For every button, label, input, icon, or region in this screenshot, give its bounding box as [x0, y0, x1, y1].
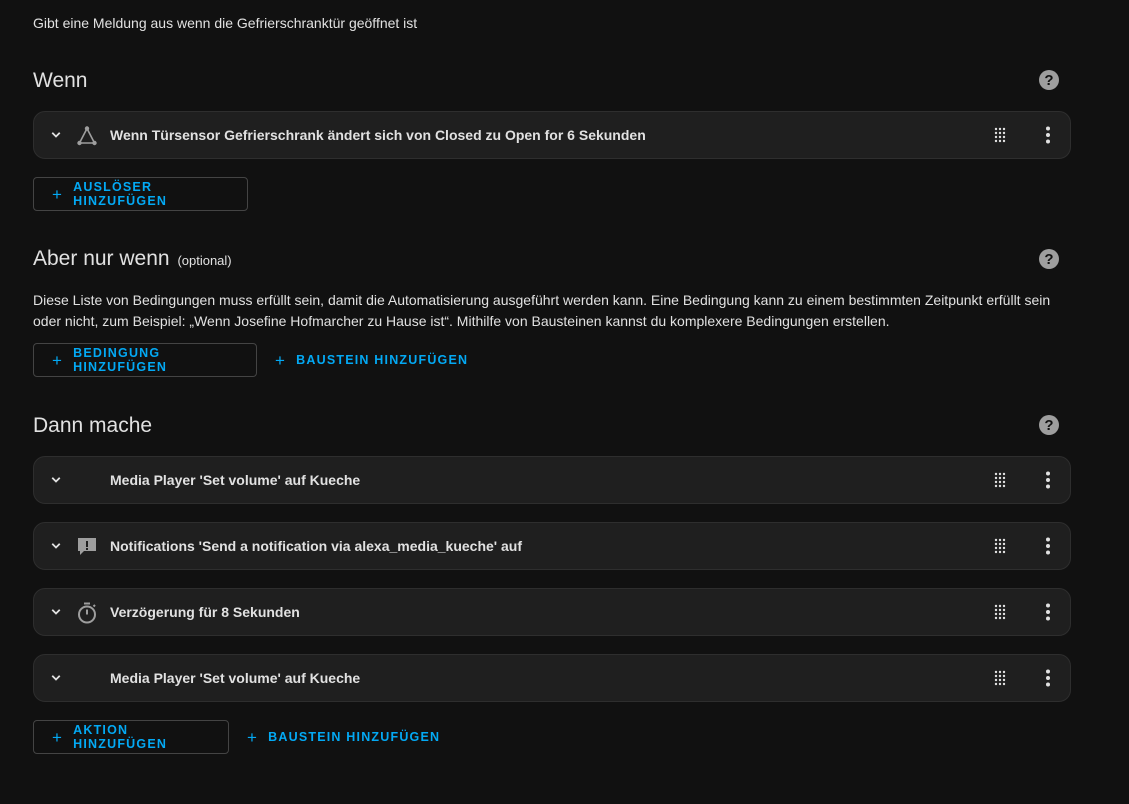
plus-icon: +: [52, 184, 64, 204]
drag-handle-icon[interactable]: [992, 670, 1008, 686]
action-row[interactable]: Verzögerung für 8 Sekunden: [33, 588, 1071, 636]
action-label: Media Player 'Set volume' auf Kueche: [110, 670, 361, 686]
more-vert-icon[interactable]: [1038, 602, 1058, 622]
more-vert-icon[interactable]: [1038, 125, 1058, 145]
plus-icon: +: [52, 727, 64, 747]
add-condition-label: BEDINGUNG HINZUFÜGEN: [73, 346, 168, 374]
conditions-title: Aber nur wenn (optional): [33, 247, 232, 271]
action-label: Notifications 'Send a notification via a…: [110, 538, 523, 554]
more-vert-icon[interactable]: [1038, 668, 1058, 688]
action-row[interactable]: Notifications 'Send a notification via a…: [33, 522, 1071, 570]
plus-icon: +: [52, 350, 64, 370]
add-action-label: AKTION HINZUFÜGEN: [73, 723, 168, 751]
add-action-button[interactable]: + AKTION HINZUFÜGEN: [33, 720, 229, 754]
plus-icon: +: [275, 350, 287, 370]
triggers-help-icon[interactable]: ?: [1039, 70, 1059, 90]
action-row[interactable]: Media Player 'Set volume' auf Kueche: [33, 654, 1071, 702]
chevron-down-icon[interactable]: [47, 126, 65, 144]
conditions-help-icon[interactable]: ?: [1039, 249, 1059, 269]
more-vert-icon[interactable]: [1038, 470, 1058, 490]
trigger-label: Wenn Türsensor Gefrierschrank ändert sic…: [110, 127, 646, 143]
chevron-down-icon[interactable]: [47, 537, 65, 555]
add-action-block-button[interactable]: + BAUSTEIN HINZUFÜGEN: [247, 720, 440, 754]
action-row[interactable]: Media Player 'Set volume' auf Kueche: [33, 456, 1071, 504]
notification-icon: [78, 538, 96, 555]
trigger-row[interactable]: Wenn Türsensor Gefrierschrank ändert sic…: [33, 111, 1071, 159]
more-vert-icon[interactable]: [1038, 536, 1058, 556]
state-change-icon: [77, 126, 97, 146]
timer-icon: [78, 602, 96, 624]
drag-handle-icon[interactable]: [992, 604, 1008, 620]
chevron-down-icon[interactable]: [47, 669, 65, 687]
chevron-down-icon[interactable]: [47, 471, 65, 489]
triggers-title: Wenn: [33, 69, 88, 92]
actions-title: Dann mache: [33, 414, 153, 437]
add-condition-button[interactable]: + BEDINGUNG HINZUFÜGEN: [33, 343, 257, 377]
add-condition-block-button[interactable]: + BAUSTEIN HINZUFÜGEN: [275, 343, 468, 377]
action-label: Media Player 'Set volume' auf Kueche: [110, 472, 361, 488]
add-action-block-label: BAUSTEIN HINZUFÜGEN: [268, 730, 441, 744]
conditions-description: Diese Liste von Bedingungen muss erfüllt…: [33, 292, 1051, 329]
plus-icon: +: [247, 727, 259, 747]
add-trigger-label: AUSLÖSER HINZUFÜGEN: [73, 180, 168, 208]
add-trigger-button[interactable]: + AUSLÖSER HINZUFÜGEN: [33, 177, 248, 211]
automation-description: Gibt eine Meldung aus wenn die Gefriersc…: [33, 15, 418, 31]
add-condition-block-label: BAUSTEIN HINZUFÜGEN: [296, 353, 469, 367]
conditions-title-text: Aber nur wenn: [33, 247, 170, 270]
actions-help-icon[interactable]: ?: [1039, 415, 1059, 435]
action-label: Verzögerung für 8 Sekunden: [110, 604, 300, 620]
drag-handle-icon[interactable]: [992, 538, 1008, 554]
drag-handle-icon[interactable]: [992, 472, 1008, 488]
drag-handle-icon[interactable]: [992, 127, 1008, 143]
conditions-optional: (optional): [177, 253, 232, 268]
chevron-down-icon[interactable]: [47, 603, 65, 621]
